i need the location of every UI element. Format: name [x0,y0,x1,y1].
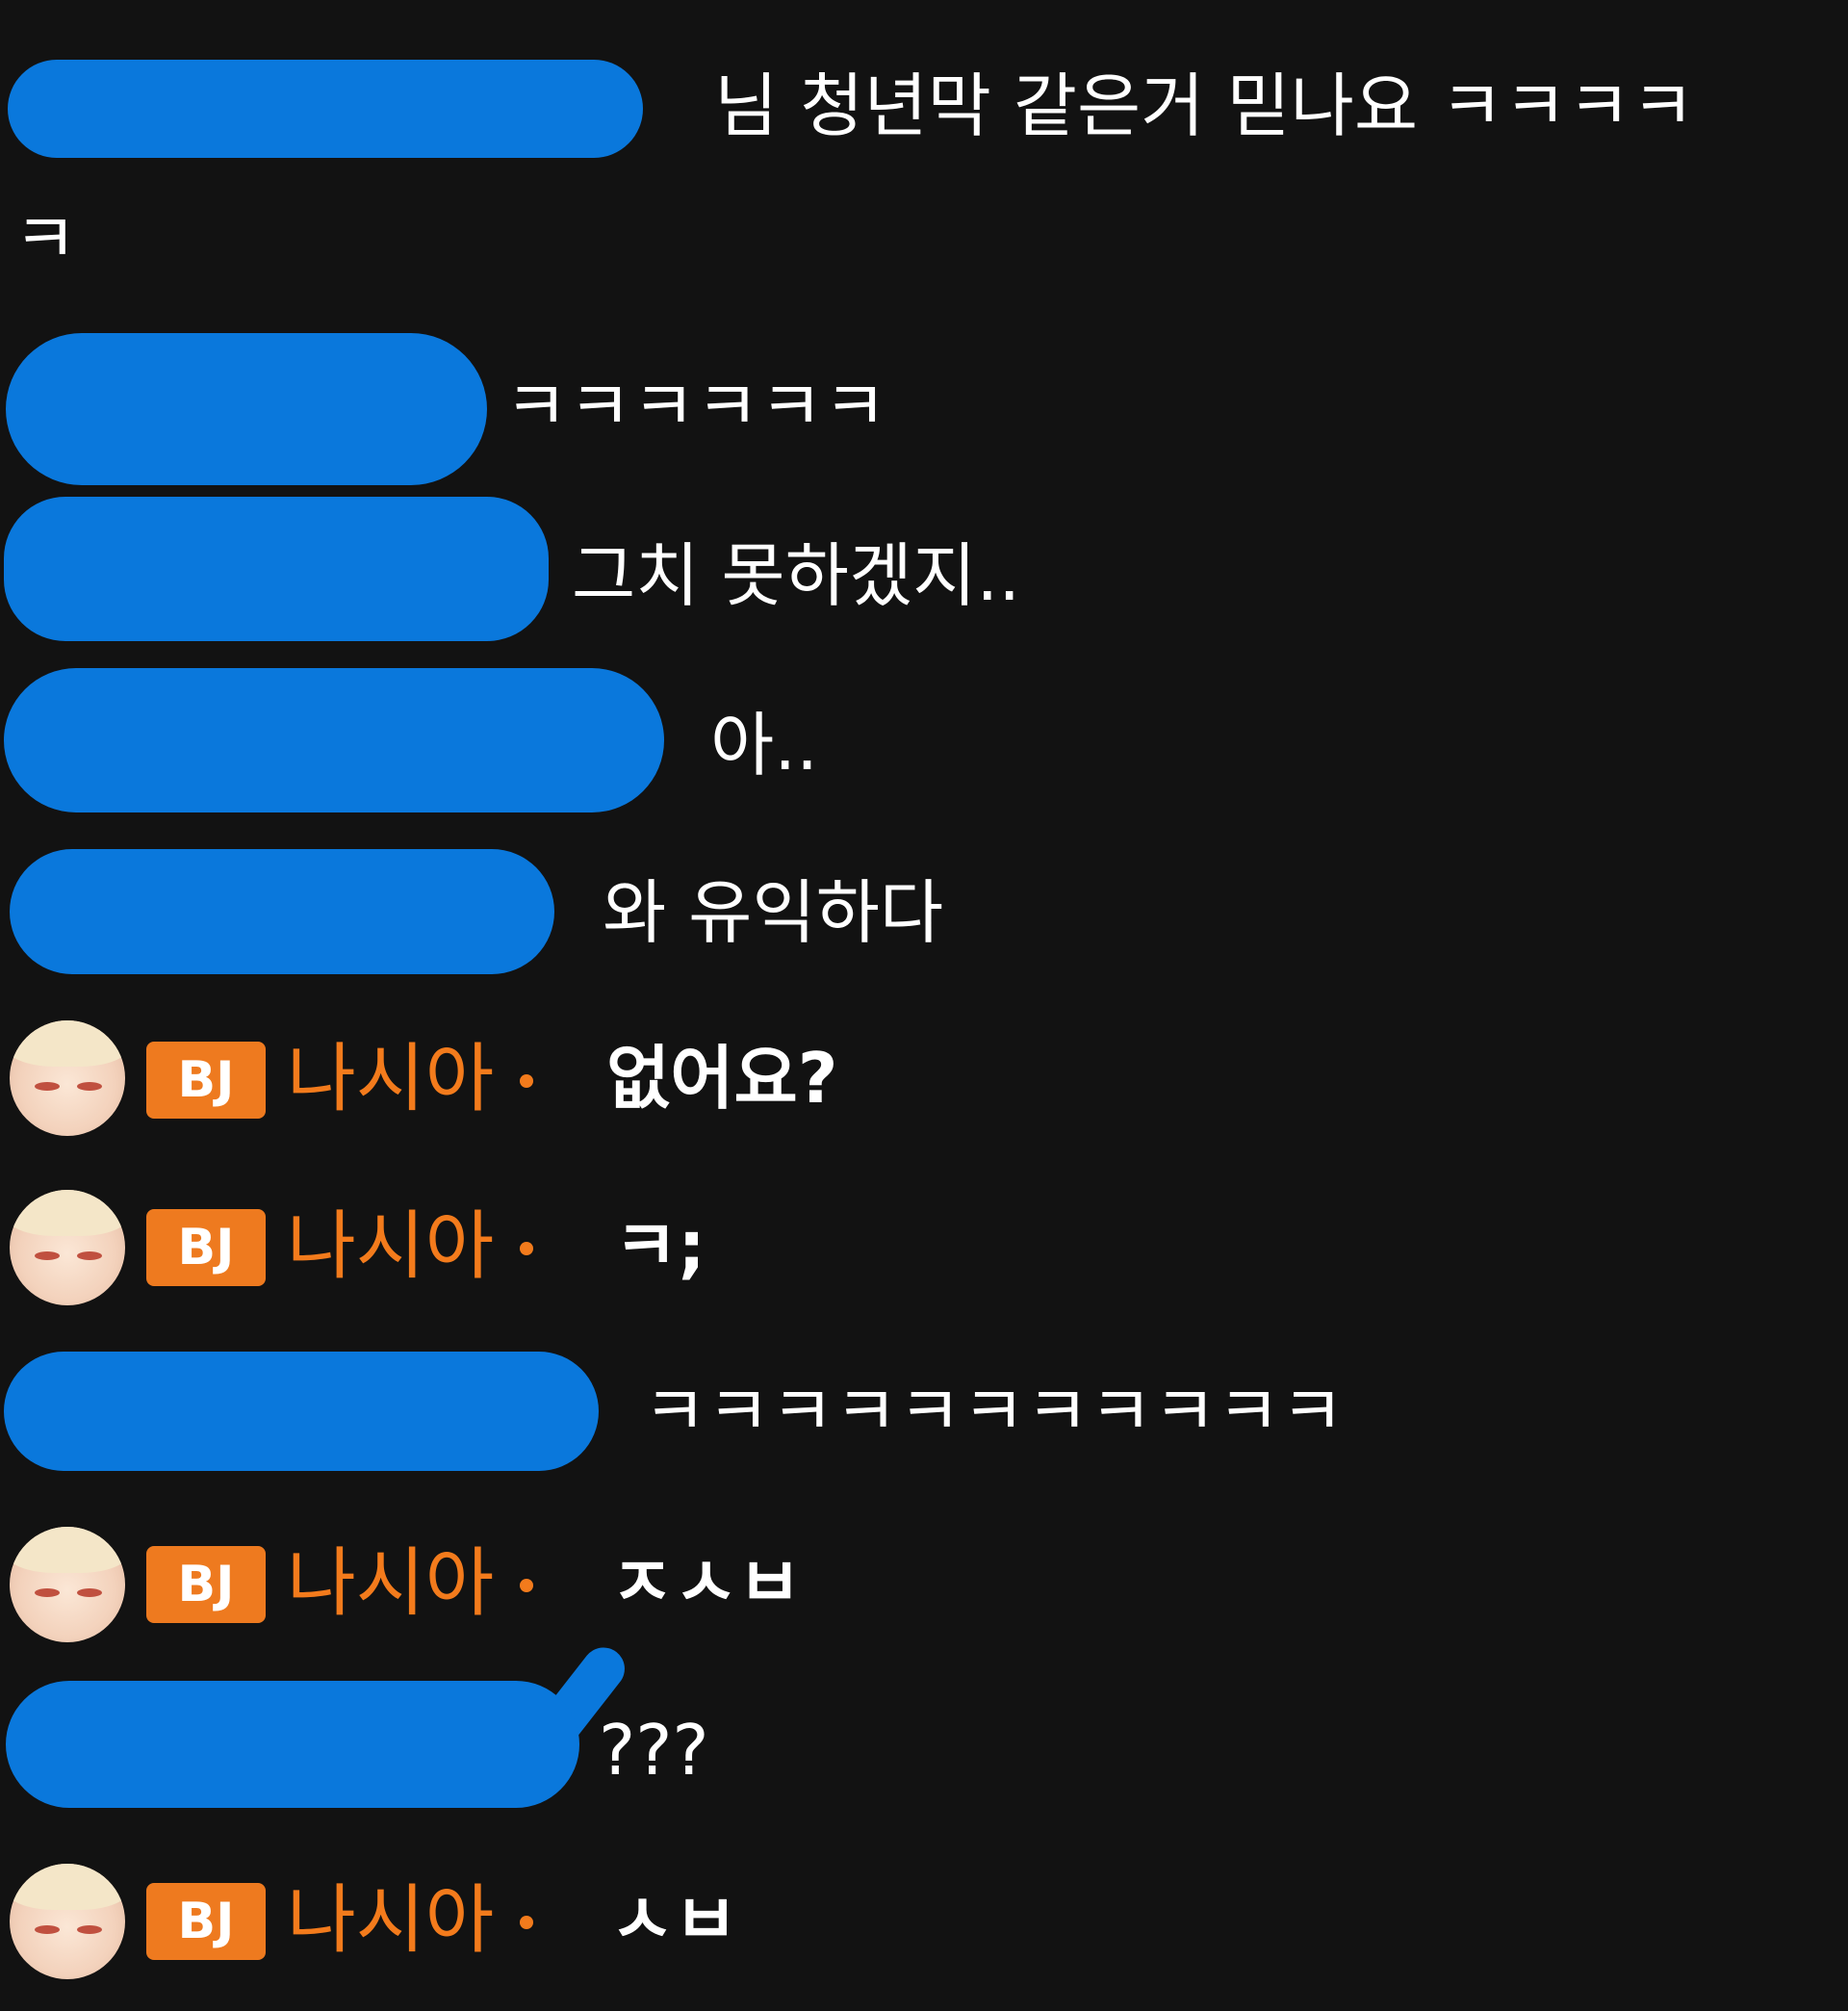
redacted-username [4,497,549,641]
redacted-username [6,1681,579,1808]
chat-message: BJ 나시아 없어요? [0,1007,1848,1161]
message-text: ㅋ; [614,1205,706,1286]
message-text: 없어요? [606,1038,838,1119]
nickname[interactable]: 나시아 [287,1194,494,1300]
chat-message: 와 유익하다 [0,836,1848,990]
nickname-dot [520,1242,533,1255]
message-text: ㅋㅋㅋㅋㅋㅋ [504,366,887,447]
message-text-continued: ㅋ [13,198,78,279]
redacted-username [4,668,664,812]
message-text: ㅋㅋㅋㅋㅋㅋㅋㅋㅋㅋㅋ [643,1371,1345,1452]
avatar-icon [10,1864,125,1979]
chat-message: ㅋㅋㅋㅋㅋㅋㅋㅋㅋㅋㅋ [0,1344,1848,1498]
message-text: 아.. [710,705,819,786]
redacted-username [4,1352,599,1471]
chat-message: 님 청년막 같은거 믿나요 ㅋㅋㅋㅋ [0,39,1848,193]
nickname[interactable]: 나시아 [287,1868,494,1973]
chat-log: 님 청년막 같은거 믿나요 ㅋㅋㅋㅋ ㅋ ㅋㅋㅋㅋㅋㅋ 그치 못하겠지.. 아.… [0,0,1848,2011]
chat-message: ㅋㅋㅋㅋㅋㅋ [0,325,1848,485]
message-text: 님 청년막 같은거 믿나요 ㅋㅋㅋㅋ [714,65,1695,146]
bj-badge: BJ [146,1546,266,1623]
redacted-username [8,60,643,158]
chat-message: BJ 나시아 ㅋ; [0,1176,1848,1330]
chat-message: 아.. [0,662,1848,816]
nickname-dot [520,1074,533,1088]
chat-message: BJ 나시아 ㅅㅂ [0,1850,1848,2004]
message-text: 그치 못하겠지.. [572,535,1021,616]
nickname-dot [520,1579,533,1592]
chat-message: ??? [0,1613,1848,1810]
message-text: ??? [599,1710,709,1791]
bj-badge: BJ [146,1883,266,1960]
avatar-icon [10,1020,125,1136]
avatar-icon [10,1190,125,1305]
bj-badge: BJ [146,1042,266,1119]
nickname[interactable]: 나시아 [287,1026,494,1132]
chat-message: 그치 못하겠지.. [0,489,1848,643]
redacted-username [6,333,487,485]
message-text: 와 유익하다 [603,872,944,953]
bj-badge: BJ [146,1209,266,1286]
message-text: ㅅㅂ [610,1879,738,1960]
nickname-dot [520,1916,533,1929]
redacted-username [10,849,554,974]
